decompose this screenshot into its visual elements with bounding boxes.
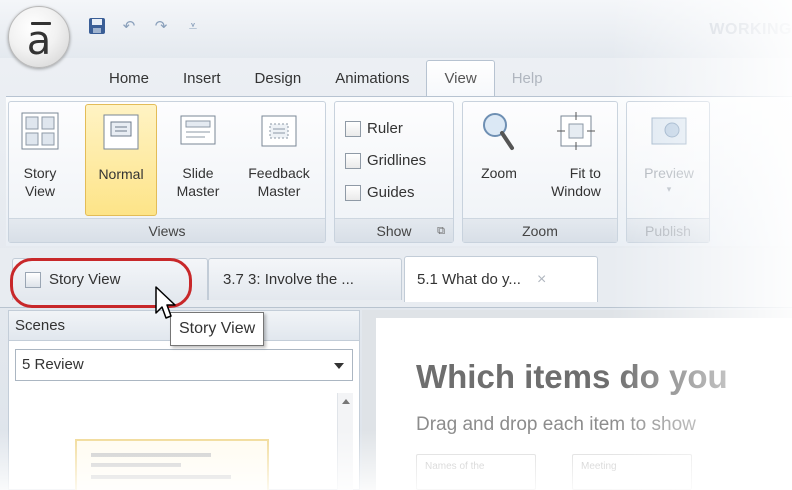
tab-slide-5-1[interactable]: 5.1 What do y... × [404,256,598,302]
preview-label: Preview [644,165,694,181]
zoom-label: Zoom [481,165,517,181]
scene-dropdown-value: 5 Review [22,356,84,373]
story-view-label: Story View [23,165,57,199]
slide-master-label: Slide Master [176,165,220,199]
save-icon[interactable] [86,16,108,36]
feedback-master-icon [261,115,297,147]
views-group: Story View Normal Slide Master Feedback … [8,101,326,243]
chevron-down-icon[interactable]: ▾ [667,184,672,195]
app-menu-button[interactable]: a [8,6,70,68]
gridlines-check-box[interactable] [345,152,361,169]
guides-check-box[interactable] [345,184,361,201]
window-title: WORKING [709,21,792,38]
customize-toolbar-icon[interactable]: ⩡ [182,16,204,36]
gridlines-checkbox[interactable]: Gridlines [345,152,426,169]
scene-dropdown[interactable]: 5 Review [15,349,353,381]
preview-button[interactable]: Preview ▾ [633,104,705,216]
slide-canvas-area: Which items do you Drag and drop each it… [362,310,792,490]
app-logo-letter: a [26,18,52,64]
fit-to-window-button[interactable]: Fit to Window [537,104,615,216]
drag-item-box[interactable]: Meeting [572,454,692,490]
slide-master-button[interactable]: Slide Master [167,104,229,216]
scroll-up-arrow-icon[interactable] [342,399,350,404]
slide-master-icon [180,115,216,145]
views-group-label: Views [9,218,325,242]
slide-subtitle[interactable]: Drag and drop each item to show [416,414,696,436]
scenes-scrollbar[interactable] [337,393,353,490]
logo-bar [31,22,51,25]
application-window: ↶ ↷ ⩡ WORKING a Home Insert Design Anima… [0,0,792,490]
zoom-group: Zoom Fit to Window Zoom [462,101,618,243]
publish-group-label: Publish [627,218,709,242]
zoom-button[interactable]: Zoom [469,104,529,216]
normal-view-icon [103,114,139,150]
ribbon-tabs: Home Insert Design Animations View Help [92,60,560,96]
undo-icon[interactable]: ↶ [118,16,140,36]
story-view-icon [21,112,59,150]
thumbnail-line [91,475,231,479]
ribbon-panel: Story View Normal Slide Master Feedback … [6,96,792,246]
fit-to-window-icon [557,112,595,150]
chevron-down-icon [334,363,344,369]
dialog-launcher-icon[interactable]: ⧉ [437,219,445,243]
quick-access-toolbar: ↶ ↷ ⩡ [86,16,204,36]
show-group-label: Show ⧉ [335,218,453,242]
preview-icon [651,117,687,145]
story-view-button[interactable]: Story View [15,104,65,216]
slide-canvas[interactable]: Which items do you Drag and drop each it… [376,318,792,490]
fit-to-window-label: Fit to Window [551,165,601,199]
slide-title[interactable]: Which items do you [416,358,728,396]
guides-label: Guides [367,184,415,201]
tab-slide-5-1-label: 5.1 What do y... [417,271,521,288]
tooltip: Story View [170,312,265,346]
normal-view-button[interactable]: Normal [85,104,157,216]
tab-home[interactable]: Home [92,60,166,96]
slide-thumbnail[interactable] [75,439,269,490]
show-label-text: Show [376,223,412,239]
show-group: Ruler Gridlines Guides Show ⧉ [334,101,454,243]
tab-design[interactable]: Design [238,60,319,96]
ruler-check-box[interactable] [345,120,361,137]
mouse-cursor-icon [155,286,176,319]
redo-icon[interactable]: ↷ [150,16,172,36]
feedback-master-button[interactable]: Feedback Master [235,104,323,216]
thumbnail-line [91,463,181,467]
normal-label: Normal [98,166,144,182]
tab-animations[interactable]: Animations [318,60,426,96]
zoom-group-label: Zoom [463,218,617,242]
tab-slide-3-7-label: 3.7 3: Involve the ... [223,271,354,288]
title-bar: ↶ ↷ ⩡ WORKING [0,0,792,58]
tab-slide-3-7[interactable]: 3.7 3: Involve the ... [208,258,402,300]
magnifier-icon [483,113,514,150]
tab-view[interactable]: View [426,60,495,96]
thumbnail-line [91,453,211,457]
ruler-checkbox[interactable]: Ruler [345,120,403,137]
feedback-master-label: Feedback Master [248,165,310,199]
gridlines-label: Gridlines [367,152,427,169]
guides-checkbox[interactable]: Guides [345,184,415,201]
drag-item-box[interactable]: Names of the [416,454,536,490]
publish-group: Preview ▾ Publish [626,101,710,243]
close-icon[interactable]: × [537,271,546,289]
tab-insert[interactable]: Insert [166,60,238,96]
ruler-label: Ruler [367,120,403,137]
tab-help[interactable]: Help [495,60,560,96]
